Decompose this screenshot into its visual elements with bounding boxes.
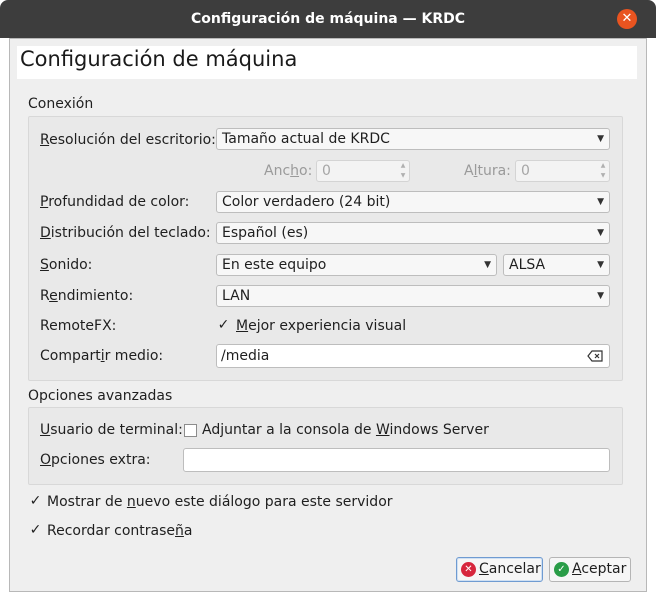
- title-bar[interactable]: Configuración de máquina — KRDC ✕: [0, 0, 656, 38]
- remotefx-label: RemoteFX:: [40, 318, 117, 334]
- sound-backend-value: ALSA: [509, 257, 546, 273]
- performance-value: LAN: [222, 288, 251, 304]
- remotefx-checkbox[interactable]: ✓: [217, 318, 230, 332]
- cancel-icon: ✕: [461, 562, 476, 577]
- width-label: Ancho:: [264, 163, 313, 179]
- resolution-label: Resolución del escritorio:: [40, 132, 216, 148]
- close-icon[interactable]: ✕: [617, 9, 637, 29]
- height-value: 0: [521, 163, 530, 179]
- remember-password-checkbox[interactable]: ✓: [29, 523, 42, 537]
- page-title: Configuración de máquina: [20, 47, 298, 71]
- window-title: Configuración de máquina — KRDC: [190, 11, 466, 27]
- extra-options-input[interactable]: [183, 448, 610, 472]
- keyboard-layout-value: Español (es): [222, 225, 309, 241]
- accept-button-label: Aceptar: [572, 561, 627, 577]
- accept-button[interactable]: ✓ Aceptar: [549, 557, 631, 582]
- chevron-down-icon: ▼: [597, 260, 604, 270]
- cancel-button[interactable]: ✕ Cancelar: [456, 557, 543, 582]
- share-media-input[interactable]: /media: [216, 344, 610, 368]
- connection-section-label: Conexión: [28, 96, 94, 112]
- clear-text-icon[interactable]: [587, 350, 603, 362]
- advanced-group: [28, 407, 623, 485]
- sound-label: Sonido:: [40, 257, 93, 273]
- width-value: 0: [322, 163, 331, 179]
- width-spinbox[interactable]: 0 ▲ ▼: [316, 160, 410, 182]
- chevron-down-icon: ▼: [597, 197, 604, 207]
- connection-group: [28, 116, 623, 381]
- performance-select[interactable]: LAN ▼: [216, 285, 610, 307]
- chevron-down-icon: ▼: [597, 134, 604, 144]
- keyboard-layout-select[interactable]: Español (es) ▼: [216, 222, 610, 244]
- show-dialog-checkbox[interactable]: ✓: [29, 494, 42, 508]
- show-dialog-label[interactable]: Mostrar de nuevo este diálogo para este …: [47, 494, 393, 510]
- color-depth-label: Profundidad de color:: [40, 194, 190, 210]
- accept-icon: ✓: [554, 562, 569, 577]
- keyboard-layout-label: Distribución del teclado:: [40, 225, 211, 241]
- extra-options-label: Opciones extra:: [40, 452, 151, 468]
- share-media-value: /media: [221, 348, 270, 364]
- chevron-down-icon: ▼: [597, 291, 604, 301]
- sound-select[interactable]: En este equipo ▼: [216, 254, 497, 276]
- resolution-select[interactable]: Tamaño actual de KRDC ▼: [216, 128, 610, 150]
- remember-password-label[interactable]: Recordar contraseña: [47, 523, 193, 539]
- sound-value: En este equipo: [222, 257, 327, 273]
- advanced-section-label: Opciones avanzadas: [28, 388, 173, 404]
- spin-arrows-icon[interactable]: ▲ ▼: [597, 161, 609, 181]
- dialog-window: Configuración de máquina — KRDC ✕ Config…: [0, 0, 656, 601]
- console-checkbox[interactable]: [184, 424, 197, 437]
- color-depth-value: Color verdadero (24 bit): [222, 194, 391, 210]
- resolution-value: Tamaño actual de KRDC: [222, 131, 390, 147]
- terminal-user-label: Usuario de terminal:: [40, 422, 183, 438]
- sound-backend-select[interactable]: ALSA ▼: [503, 254, 610, 276]
- color-depth-select[interactable]: Color verdadero (24 bit) ▼: [216, 191, 610, 213]
- chevron-down-icon: ▼: [597, 228, 604, 238]
- height-label: Altura:: [464, 163, 511, 179]
- share-media-label: Compartir medio:: [40, 348, 164, 364]
- performance-label: Rendimiento:: [40, 288, 134, 304]
- spin-arrows-icon[interactable]: ▲ ▼: [397, 161, 409, 181]
- remotefx-checkbox-label[interactable]: Mejor experiencia visual: [236, 318, 406, 334]
- cancel-button-label: Cancelar: [479, 561, 541, 577]
- console-checkbox-label[interactable]: Adjuntar a la consola de Windows Server: [202, 422, 489, 438]
- height-spinbox[interactable]: 0 ▲ ▼: [515, 160, 610, 182]
- chevron-down-icon: ▼: [484, 260, 491, 270]
